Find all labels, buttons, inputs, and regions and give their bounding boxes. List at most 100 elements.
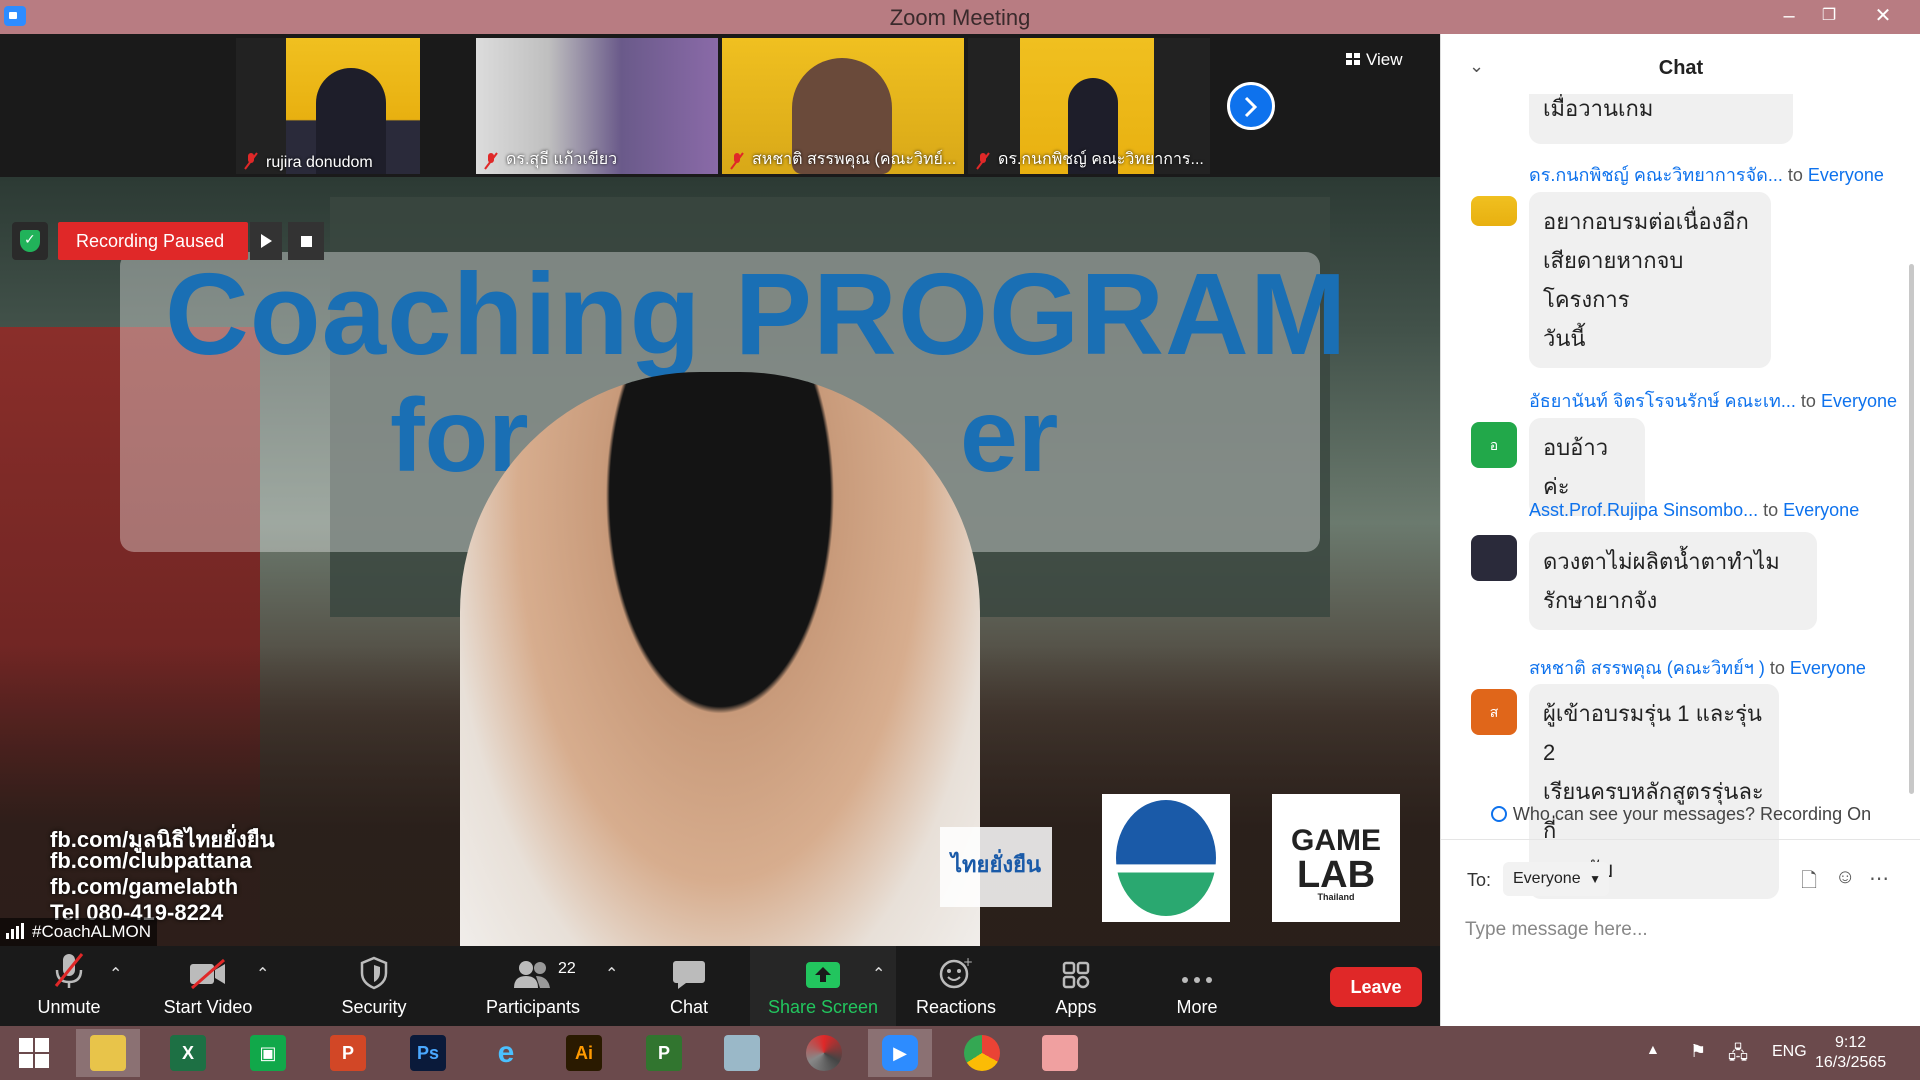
powerpoint-icon: P [330,1035,366,1071]
clock-time: 9:12 [1835,1034,1867,1051]
participants-icon [514,961,550,988]
photoscape-taskbar-button[interactable] [792,1029,856,1077]
chat-icon [673,961,705,989]
participant-strip: rujira donudom ดร.สุธี แก้วเขียว สหชาติ … [0,34,1440,177]
network-icon[interactable]: 🖧 [1728,1041,1748,1071]
sender-name: ดร.กนกพิชญ์ คณะวิทยาการจัด... [1529,165,1783,185]
zoom-taskbar-button[interactable]: ▶ [868,1029,932,1077]
participant-name: สหชาติ สรรพคุณ (คณะวิทย์... [752,151,957,168]
participant-name: rujira donudom [266,154,373,171]
security-button[interactable]: Security [326,946,422,1026]
windows-taskbar: X ▣ P Ps e Ai P ▶ ▲ ⚑ 🖧 ENG 9:12 16/3/25… [0,1026,1920,1080]
participant-tile[interactable]: rujira donudom [236,38,420,174]
slide-link: fb.com/gamelabth [50,874,239,899]
more-dots-icon [1182,977,1212,983]
participants-button[interactable]: 22 Participants [478,946,588,1026]
chevron-right-icon [1244,96,1258,118]
input-language[interactable]: ENG [1772,1043,1807,1061]
recipient[interactable]: Everyone [1790,658,1866,678]
sender-name: Asst.Prof.Rujipa Sinsombo... [1529,500,1759,520]
sender-name: อัธยานันท์ จิตรโรจนรักษ์ คณะเท... [1529,391,1796,411]
next-page-button[interactable] [1227,82,1275,130]
pen-icon [724,1035,760,1071]
leave-button[interactable]: Leave [1330,967,1422,1007]
more-options-icon[interactable]: ⋯ [1869,866,1889,891]
chat-message-header: ดร.กนกพิชญ์ คณะวิทยาการจัด... to Everyon… [1529,165,1884,185]
restore-button[interactable]: ❐ [1806,0,1852,34]
chat-title: Chat [1658,57,1704,79]
clock-date: 16/3/2565 [1815,1054,1887,1071]
reactions-button[interactable]: + Reactions [910,946,1002,1026]
project-taskbar-button[interactable]: P [632,1029,696,1077]
store-taskbar-button[interactable]: ▣ [236,1029,300,1077]
powerpoint-taskbar-button[interactable]: P [316,1029,380,1077]
pen-tool-taskbar-button[interactable] [710,1029,774,1077]
recipient[interactable]: Everyone [1808,165,1884,185]
internet-explorer-taskbar-button[interactable]: e [474,1029,538,1077]
file-explorer-taskbar-button[interactable] [76,1029,140,1077]
chat-button[interactable]: Chat [650,946,728,1026]
message-visibility-notice[interactable]: Who can see your messages? Recording On [1441,804,1920,825]
zoom-icon: ▶ [882,1035,918,1071]
more-button[interactable]: More [1158,946,1236,1026]
recipient-select[interactable]: Everyone ▼ [1503,862,1609,896]
participant-name: ดร.กนกพิชญ์ คณะวิทยาการ... [998,151,1204,168]
avatar [1471,196,1517,226]
unmute-button[interactable]: Unmute [20,946,118,1026]
file-icon[interactable]: 🗋 [1801,866,1817,900]
chat-scrollbar[interactable] [1909,264,1914,794]
audio-options-caret[interactable]: ⌃ [109,964,122,984]
title-bar: Zoom Meeting – ❐ ✕ [0,0,1920,34]
action-center-flag-icon[interactable]: ⚑ [1690,1041,1706,1062]
chrome-icon [964,1035,1000,1071]
stop-recording-button[interactable] [288,222,324,260]
start-button[interactable] [2,1029,66,1077]
gamelab-logo: GAME LAB Thailand [1272,794,1400,922]
system-clock[interactable]: 9:12 16/3/2565 [1815,1033,1886,1073]
chrome-taskbar-button[interactable] [950,1029,1014,1077]
active-speaker-label: #CoachALMON [0,918,158,946]
participants-options-caret[interactable]: ⌃ [605,964,618,984]
muted-mic-icon [54,953,84,988]
illustrator-taskbar-button[interactable]: Ai [552,1029,616,1077]
photoshop-taskbar-button[interactable]: Ps [396,1029,460,1077]
photoshop-icon: Ps [410,1035,446,1071]
slide-title: Coaching PROGRAM [165,249,1348,379]
chat-message-header: Asst.Prof.Rujipa Sinsombo... to Everyone [1529,500,1860,520]
view-button[interactable]: View [1346,50,1403,70]
encryption-shield-icon[interactable] [12,222,48,260]
share-options-caret[interactable]: ⌃ [872,964,885,984]
paint-taskbar-button[interactable] [1028,1029,1092,1077]
share-screen-button[interactable]: Share Screen [762,946,884,1026]
resume-recording-button[interactable] [250,222,282,260]
chat-message-bubble: อยากอบรมต่อเนื่องอีก เสียดายหากจบโครงการว… [1529,192,1771,368]
close-button[interactable]: ✕ [1860,0,1906,34]
participant-name: ดร.สุธี แก้วเขียว [506,151,618,168]
svg-text:+: + [963,956,973,969]
video-options-caret[interactable]: ⌃ [256,964,269,984]
excel-taskbar-button[interactable]: X [156,1029,220,1077]
chevron-up-icon[interactable]: ▲ [1646,1041,1660,1057]
apps-button[interactable]: Apps [1040,946,1112,1026]
meeting-area: rujira donudom ดร.สุธี แก้วเขียว สหชาติ … [0,34,1440,946]
recipient[interactable]: Everyone [1821,391,1897,411]
chat-panel: ⌄ Chat เมื่อวานเกม ดร.กนกพิชญ์ คณะวิทยาก… [1440,34,1920,1026]
slide-link: fb.com/clubpattana [50,848,252,873]
slide-subtitle-right: er [960,378,1059,494]
emoji-icon[interactable]: ☺ [1835,866,1855,889]
to-label: To: [1467,870,1492,890]
excel-icon: X [170,1035,206,1071]
chat-message-header: อัธยานันท์ จิตรโรจนรักษ์ คณะเท... to Eve… [1529,391,1897,411]
participant-tile[interactable]: ดร.สุธี แก้วเขียว [476,38,718,174]
participant-tile[interactable]: ดร.กนกพิชญ์ คณะวิทยาการ... [968,38,1210,174]
sustainable-thailand-logo: ไทยยั่งยืน [940,827,1052,907]
chat-message-input[interactable] [1465,910,1895,950]
recipient[interactable]: Everyone [1783,500,1859,520]
participant-tile[interactable]: สหชาติ สรรพคุณ (คณะวิทย์... [722,38,964,174]
start-video-button[interactable]: Start Video [152,946,264,1026]
divider [1441,839,1920,840]
apps-icon [1062,961,1090,989]
share-screen-icon [806,962,840,988]
meeting-toolbar: Unmute ⌃ Start Video ⌃ Security 22 Parti… [0,946,1440,1026]
participant-count: 22 [558,960,576,977]
